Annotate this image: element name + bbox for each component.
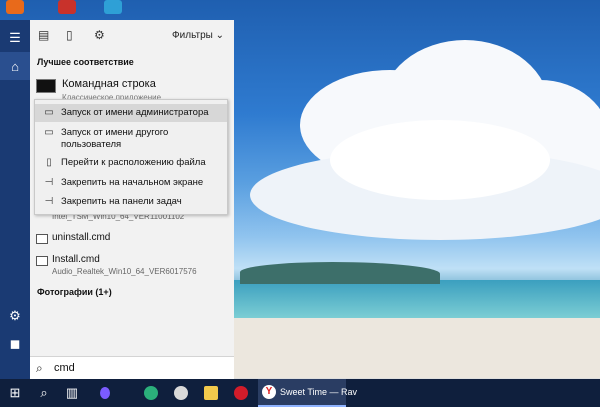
menu-item-label: Запуск от имени другого пользователя [61, 127, 169, 150]
yandex-window-title: Sweet Time — Rav [280, 387, 358, 397]
result-name: uninstall.cmd [52, 232, 111, 243]
best-match-header: Лучшее соответствие [37, 57, 134, 67]
paint-icon[interactable] [168, 379, 194, 407]
menu-item-label: Закрепить на начальном экране [61, 177, 204, 188]
best-match-title: Командная строка [62, 78, 156, 90]
taskbar: ⊞ ⌕ ▥ Y Sweet Time — Rav [0, 379, 600, 407]
search-icon[interactable]: ⌕ [30, 379, 58, 407]
beach [234, 318, 600, 378]
island [240, 262, 440, 284]
kaspersky-icon[interactable] [138, 379, 164, 407]
folder-icon: ▯ [46, 157, 52, 168]
file-icon [36, 234, 48, 244]
photos-header: Фотографии (1+) [37, 287, 112, 297]
user-icon: ▭ [44, 127, 54, 138]
apps-tab-icon[interactable]: ▤ [38, 28, 49, 42]
chevron-down-icon: ⌄ [215, 30, 224, 41]
menu-item-label: Перейти к расположению файла [61, 157, 206, 168]
pin-icon: ⊣ [44, 177, 54, 188]
user-icon[interactable]: ◼ [0, 330, 30, 358]
windows-start-icon[interactable]: ⊞ [0, 379, 30, 407]
desktop-icon[interactable] [104, 0, 122, 14]
file-explorer-icon[interactable] [198, 379, 224, 407]
menu-item-label: Запуск от имени администратора [61, 107, 209, 118]
menu-item-label: Закрепить на панели задач [61, 196, 182, 207]
search-icon: ⌕ [36, 361, 43, 375]
desktop-icon[interactable] [58, 0, 76, 14]
settings-icon[interactable]: ⚙ [0, 302, 30, 330]
menu-item-pin-to-start[interactable]: ⊣ Закрепить на начальном экране [35, 174, 227, 192]
start-menu-rail: ☰ ⌂ ⚙ ◼ [0, 20, 30, 379]
cortana-mic-icon[interactable] [92, 379, 118, 407]
context-menu: ▭ Запуск от имени администратора ▭ Запус… [34, 99, 228, 215]
home-icon[interactable]: ⌂ [0, 52, 30, 80]
hamburger-icon[interactable]: ☰ [0, 24, 30, 52]
cloud [330, 120, 550, 200]
menu-item-run-as-admin[interactable]: ▭ Запуск от имени администратора [35, 104, 227, 122]
sea [234, 280, 600, 320]
yandex-browser-task[interactable]: Y Sweet Time — Rav [258, 379, 357, 407]
documents-tab-icon[interactable]: ▯ [66, 28, 73, 42]
list-item[interactable]: uninstall.cmd [30, 232, 234, 250]
pin-icon: ⊣ [44, 196, 54, 207]
file-icon [36, 256, 48, 266]
desktop-icon[interactable] [6, 0, 24, 14]
menu-item-pin-to-taskbar[interactable]: ⊣ Закрепить на панели задач [35, 193, 227, 211]
result-path: Audio_Realtek_Win10_64_VER6017576 [52, 267, 197, 276]
filters-label: Фильтры [172, 30, 213, 41]
search-box[interactable]: ⌕ cmd [30, 356, 234, 379]
menu-item-open-file-location[interactable]: ▯ Перейти к расположению файла [35, 154, 227, 172]
admin-icon: ▭ [44, 107, 54, 118]
search-panel-header: ▤ ▯ ⚙ Фильтры ⌄ [30, 20, 234, 52]
opera-icon[interactable] [228, 379, 254, 407]
result-name: Install.cmd [52, 254, 100, 265]
settings-tab-icon[interactable]: ⚙ [94, 28, 105, 42]
list-item[interactable]: Install.cmd Audio_Realtek_Win10_64_VER60… [30, 254, 234, 282]
yandex-icon: Y [262, 385, 276, 399]
cmd-app-icon [36, 79, 56, 93]
search-input[interactable]: cmd [54, 362, 75, 374]
task-view-icon[interactable]: ▥ [58, 379, 86, 407]
filters-button[interactable]: Фильтры ⌄ [172, 30, 224, 41]
menu-item-run-as-other-user[interactable]: ▭ Запуск от имени другого пользователя [35, 124, 227, 152]
